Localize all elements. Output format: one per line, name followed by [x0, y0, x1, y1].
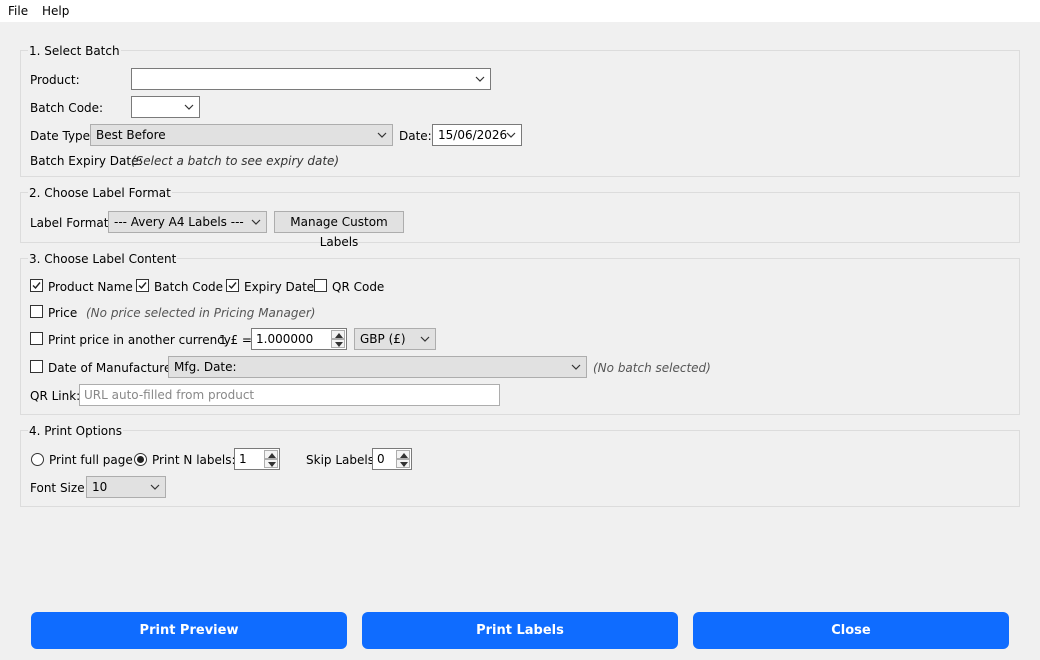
qr-link-input[interactable]: URL auto-filled from product: [79, 384, 500, 406]
chevron-down-icon: [377, 132, 387, 138]
font-size-dropdown[interactable]: 10: [86, 476, 166, 498]
n-labels-value: 1: [239, 452, 247, 466]
product-name-checkbox[interactable]: [30, 279, 43, 292]
menu-bar: File Help: [0, 0, 1040, 22]
spin-up-button[interactable]: [331, 330, 345, 339]
arrow-up-icon: [335, 333, 343, 338]
manufacture-value: Mfg. Date:: [174, 360, 237, 374]
qr-link-placeholder: URL auto-filled from product: [84, 388, 255, 402]
skip-labels-value: 0: [377, 452, 385, 466]
currency-label: Print price in another currency: [48, 333, 231, 347]
arrow-down-icon: [400, 462, 408, 467]
date-type-label: Date Type:: [30, 129, 95, 143]
print-options-group: [20, 430, 1020, 507]
manufacture-checkbox[interactable]: [30, 360, 43, 373]
label-format-title: 2. Choose Label Format: [28, 186, 172, 200]
manufacture-hint: (No batch selected): [593, 361, 711, 375]
check-icon: [228, 282, 237, 290]
print-n-labels-label: Print N labels:: [152, 453, 236, 467]
print-full-page-label: Print full page: [49, 453, 133, 467]
chevron-down-icon: [475, 76, 485, 82]
spin-up-button[interactable]: [264, 450, 278, 459]
arrow-up-icon: [400, 453, 408, 458]
date-type-value: Best Before: [96, 128, 166, 142]
product-label: Product:: [30, 73, 80, 87]
select-batch-title: 1. Select Batch: [28, 44, 121, 58]
rate-label: 1 £ =: [219, 333, 252, 347]
menu-file[interactable]: File: [8, 4, 28, 18]
font-size-label: Font Size:: [30, 481, 89, 495]
date-type-dropdown[interactable]: Best Before: [90, 124, 393, 146]
n-labels-spinbox[interactable]: 1: [234, 448, 280, 470]
price-hint: (No price selected in Pricing Manager): [86, 306, 316, 320]
label-format-value: --- Avery A4 Labels ---: [114, 215, 244, 229]
check-icon: [138, 282, 147, 290]
batch-code-dropdown[interactable]: [131, 96, 200, 118]
font-size-value: 10: [92, 480, 108, 494]
manufacture-label: Date of Manufacture: [48, 361, 172, 375]
check-icon: [32, 282, 41, 290]
label-format-label: Label Format:: [30, 216, 113, 230]
arrow-down-icon: [335, 342, 343, 347]
currency-dropdown[interactable]: GBP (£): [354, 328, 436, 350]
batch-code-content-label: Batch Code: [154, 280, 224, 294]
spin-down-button[interactable]: [264, 459, 278, 468]
currency-checkbox[interactable]: [30, 332, 43, 345]
expiry-date-label: Expiry Date: [244, 280, 315, 294]
spin-down-button[interactable]: [331, 339, 345, 348]
expiry-label: Batch Expiry Date:: [30, 154, 143, 168]
print-full-page-radio[interactable]: [31, 453, 44, 466]
exchange-rate-spinbox[interactable]: 1.000000: [251, 328, 347, 350]
chevron-down-icon: [571, 364, 581, 370]
skip-labels-spinbox[interactable]: 0: [372, 448, 412, 470]
price-checkbox[interactable]: [30, 305, 43, 318]
print-labels-button[interactable]: Print Labels: [362, 612, 678, 649]
qr-link-label: QR Link:: [30, 389, 81, 403]
batch-code-checkbox[interactable]: [136, 279, 149, 292]
chevron-down-icon: [251, 219, 261, 225]
chevron-down-icon: [150, 484, 160, 490]
exchange-rate-value: 1.000000: [256, 332, 314, 346]
date-label: Date:: [399, 129, 432, 143]
print-preview-button[interactable]: Print Preview: [31, 612, 347, 649]
arrow-down-icon: [268, 462, 276, 467]
qr-code-label: QR Code: [332, 280, 385, 294]
label-format-dropdown[interactable]: --- Avery A4 Labels ---: [108, 211, 267, 233]
chevron-down-icon: [184, 104, 194, 110]
menu-help[interactable]: Help: [42, 4, 69, 18]
print-n-labels-radio[interactable]: [134, 453, 147, 466]
date-picker[interactable]: 15/06/2026: [432, 124, 522, 146]
manage-custom-labels-button[interactable]: Manage Custom Labels: [274, 211, 404, 249]
expiry-date-checkbox[interactable]: [226, 279, 239, 292]
product-name-label: Product Name: [48, 280, 133, 294]
expiry-hint: (Select a batch to see expiry date): [131, 154, 340, 168]
currency-value: GBP (£): [360, 332, 406, 346]
print-options-title: 4. Print Options: [28, 424, 123, 438]
close-button[interactable]: Close: [693, 612, 1009, 649]
date-value: 15/06/2026: [438, 128, 508, 142]
chevron-down-icon: [420, 336, 430, 342]
spin-down-button[interactable]: [396, 459, 410, 468]
batch-code-label: Batch Code:: [30, 101, 104, 115]
skip-labels-label: Skip Labels:: [306, 453, 378, 467]
price-label: Price: [48, 306, 78, 320]
label-content-title: 3. Choose Label Content: [28, 252, 178, 266]
manufacture-dropdown[interactable]: Mfg. Date:: [168, 356, 587, 378]
arrow-up-icon: [268, 453, 276, 458]
qr-code-checkbox[interactable]: [314, 279, 327, 292]
spin-up-button[interactable]: [396, 450, 410, 459]
chevron-down-icon: [506, 132, 516, 138]
product-dropdown[interactable]: [131, 68, 491, 90]
